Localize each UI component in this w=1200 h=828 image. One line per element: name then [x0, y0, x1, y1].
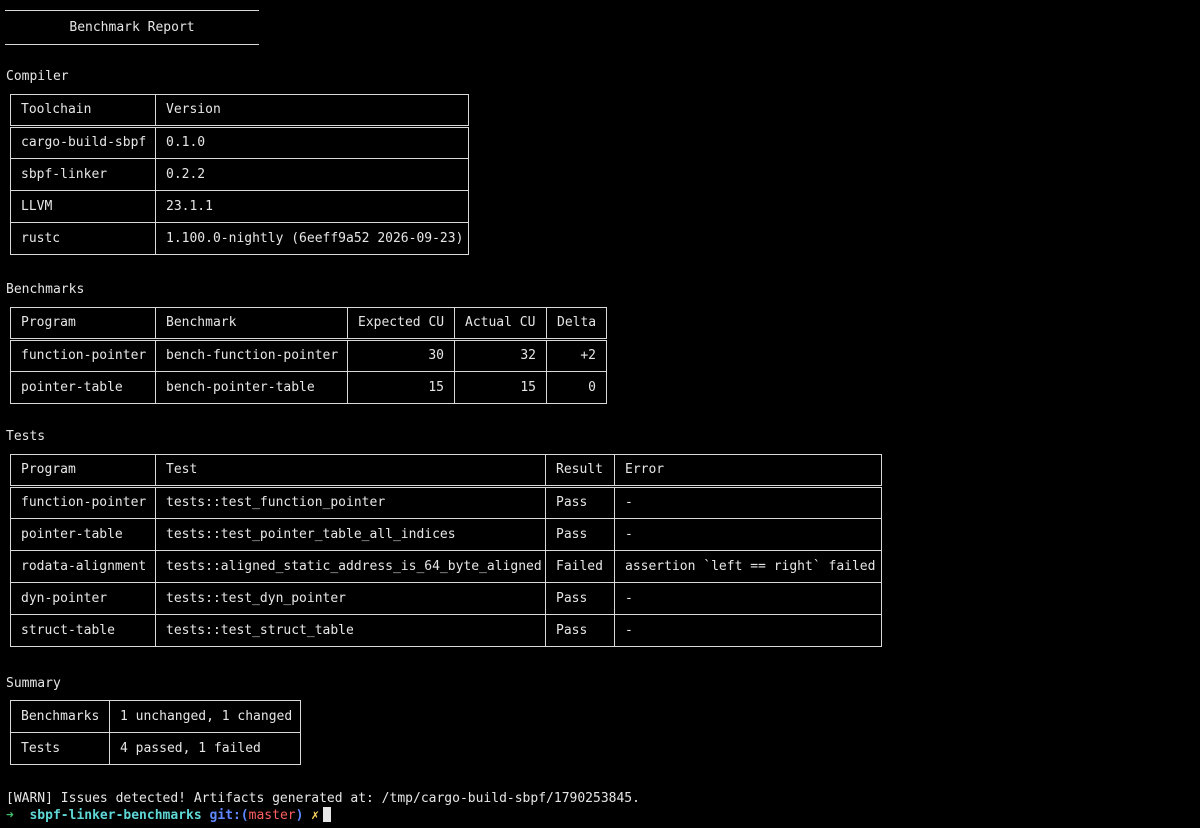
- test-cell: tests::test_dyn_pointer: [155, 582, 546, 615]
- version-cell: 0.1.0: [155, 126, 469, 159]
- version-cell: 1.100.0-nightly (6eeff9a52 2026-09-23): [155, 222, 469, 255]
- benchmark-cell: bench-pointer-table: [155, 371, 348, 404]
- actual-cu-cell: 32: [454, 339, 547, 372]
- table-row: dyn-pointer tests::test_dyn_pointer Pass…: [10, 582, 882, 615]
- result-cell: Pass: [545, 614, 615, 647]
- prompt-git-suffix: ): [295, 808, 304, 823]
- benchmark-cell: bench-function-pointer: [155, 339, 348, 372]
- tests-table: Program Test Result Error function-point…: [10, 454, 882, 647]
- terminal-cursor[interactable]: [323, 807, 332, 822]
- column-header: Error: [614, 454, 882, 488]
- benchmarks-table: Program Benchmark Expected CU Actual CU …: [10, 307, 607, 404]
- test-cell: tests::test_pointer_table_all_indices: [155, 518, 546, 551]
- error-cell: -: [614, 614, 882, 647]
- column-header: Toolchain: [10, 94, 156, 128]
- prompt-arrow-icon: ➜: [6, 808, 14, 823]
- summary-key-cell: Tests: [10, 732, 110, 765]
- table-row: rustc 1.100.0-nightly (6eeff9a52 2026-09…: [10, 222, 469, 255]
- program-cell: rodata-alignment: [10, 550, 156, 583]
- program-cell: function-pointer: [10, 486, 156, 519]
- column-header: Program: [10, 454, 156, 488]
- prompt-directory: sbpf-linker-benchmarks: [29, 808, 202, 823]
- prompt-branch: master: [248, 808, 296, 823]
- summary-value-cell: 1 unchanged, 1 changed: [109, 700, 301, 733]
- summary-key-cell: Benchmarks: [10, 700, 110, 733]
- table-row: rodata-alignment tests::aligned_static_a…: [10, 550, 882, 583]
- table-row: cargo-build-sbpf 0.1.0: [10, 126, 469, 159]
- test-cell: tests::test_function_pointer: [155, 486, 546, 519]
- table-row: pointer-table tests::test_pointer_table_…: [10, 518, 882, 551]
- version-cell: 23.1.1: [155, 190, 469, 223]
- compiler-table: Toolchain Version cargo-build-sbpf 0.1.0…: [10, 94, 469, 255]
- table-row: sbpf-linker 0.2.2: [10, 158, 469, 191]
- toolchain-cell: cargo-build-sbpf: [10, 126, 156, 159]
- table-row: Benchmarks 1 unchanged, 1 changed: [10, 700, 301, 733]
- shell-prompt[interactable]: ➜ sbpf-linker-benchmarks git:(master) ✗: [6, 807, 332, 824]
- table-row: pointer-table bench-pointer-table 15 15 …: [10, 371, 607, 404]
- table-row: function-pointer bench-function-pointer …: [10, 339, 607, 372]
- result-cell: Pass: [545, 582, 615, 615]
- column-header: Expected CU: [347, 307, 455, 341]
- warning-message: [WARN] Issues detected! Artifacts genera…: [6, 791, 640, 806]
- test-cell: tests::test_struct_table: [155, 614, 546, 647]
- table-row: function-pointer tests::test_function_po…: [10, 486, 882, 519]
- report-title-banner: Benchmark Report: [5, 10, 259, 45]
- summary-section-label: Summary: [6, 676, 61, 691]
- column-header: Actual CU: [454, 307, 547, 341]
- expected-cu-cell: 30: [347, 339, 455, 372]
- toolchain-cell: LLVM: [10, 190, 156, 223]
- table-header-row: Program Test Result Error: [10, 454, 882, 488]
- summary-table: Benchmarks 1 unchanged, 1 changed Tests …: [10, 700, 301, 765]
- table-row: LLVM 23.1.1: [10, 190, 469, 223]
- error-cell: -: [614, 486, 882, 519]
- toolchain-cell: sbpf-linker: [10, 158, 156, 191]
- program-cell: function-pointer: [10, 339, 156, 372]
- column-header: Benchmark: [155, 307, 348, 341]
- error-cell: -: [614, 582, 882, 615]
- summary-value-cell: 4 passed, 1 failed: [109, 732, 301, 765]
- toolchain-cell: rustc: [10, 222, 156, 255]
- table-row: Tests 4 passed, 1 failed: [10, 732, 301, 765]
- result-cell: Pass: [545, 518, 615, 551]
- table-header-row: Program Benchmark Expected CU Actual CU …: [10, 307, 607, 341]
- expected-cu-cell: 15: [347, 371, 455, 404]
- tests-section-label: Tests: [6, 429, 46, 444]
- result-cell: Failed: [545, 550, 615, 583]
- dirty-marker-icon: ✗: [311, 808, 320, 823]
- test-cell: tests::aligned_static_address_is_64_byte…: [155, 550, 546, 583]
- prompt-git-prefix: git:(: [209, 808, 249, 823]
- version-cell: 0.2.2: [155, 158, 469, 191]
- table-header-row: Toolchain Version: [10, 94, 469, 128]
- compiler-section-label: Compiler: [6, 69, 69, 84]
- error-cell: -: [614, 518, 882, 551]
- program-cell: pointer-table: [10, 518, 156, 551]
- delta-cell: +2: [546, 339, 607, 372]
- program-cell: dyn-pointer: [10, 582, 156, 615]
- column-header: Program: [10, 307, 156, 341]
- column-header: Test: [155, 454, 546, 488]
- column-header: Version: [155, 94, 469, 128]
- program-cell: struct-table: [10, 614, 156, 647]
- program-cell: pointer-table: [10, 371, 156, 404]
- result-cell: Pass: [545, 486, 615, 519]
- benchmarks-section-label: Benchmarks: [6, 282, 85, 297]
- report-title: Benchmark Report: [69, 20, 195, 35]
- error-cell: assertion `left == right` failed: [614, 550, 882, 583]
- table-row: struct-table tests::test_struct_table Pa…: [10, 614, 882, 647]
- column-header: Delta: [546, 307, 607, 341]
- actual-cu-cell: 15: [454, 371, 547, 404]
- column-header: Result: [545, 454, 615, 488]
- delta-cell: 0: [546, 371, 607, 404]
